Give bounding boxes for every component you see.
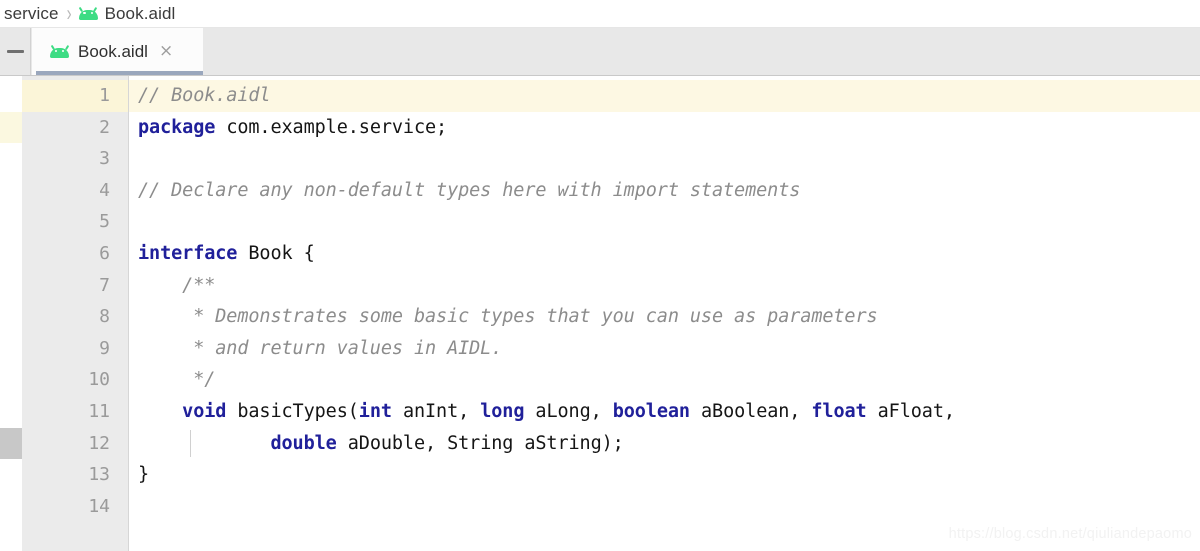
comment-token: * and return values in AIDL. <box>138 338 502 359</box>
code-token <box>138 401 182 422</box>
code-line: * and return values in AIDL. <box>138 333 502 365</box>
breadcrumb: service › Book.aidl <box>0 0 1200 28</box>
code-surface[interactable]: // Book.aidl package com.example.service;… <box>129 76 1200 551</box>
code-token: Book { <box>237 243 314 264</box>
close-icon[interactable]: × <box>159 43 173 60</box>
keyword-token: int <box>359 401 392 422</box>
line-number: 7 <box>30 270 110 302</box>
line-number-gutter[interactable]: 1234567891011121314 <box>22 76 129 551</box>
code-token: com.example.service; <box>215 117 447 138</box>
changed-lines-marker[interactable] <box>0 112 22 144</box>
line-number: 3 <box>30 143 110 175</box>
keyword-token: boolean <box>613 401 690 422</box>
code-line: double aDouble, String aString); <box>138 428 624 460</box>
line-number: 14 <box>30 491 110 523</box>
comment-token: // Declare any non-default types here wi… <box>138 180 800 201</box>
line-number: 8 <box>30 301 110 333</box>
collapse-tool-window-button[interactable] <box>0 28 31 75</box>
minimize-dash-icon <box>7 50 24 53</box>
code-line: */ <box>138 364 215 396</box>
keyword-token: package <box>138 117 215 138</box>
line-number: 2 <box>30 112 110 144</box>
line-number: 13 <box>30 459 110 491</box>
code-token: aBoolean, <box>690 401 811 422</box>
change-marker-strip[interactable] <box>0 76 22 551</box>
code-token: aFloat, <box>867 401 955 422</box>
keyword-token: interface <box>138 243 237 264</box>
breadcrumb-separator-icon: › <box>67 1 72 27</box>
editor-tab-strip: Book.aidl × <box>0 28 1200 76</box>
code-line: // Book.aidl <box>138 80 270 112</box>
code-line: package com.example.service; <box>138 112 447 144</box>
line-number: 5 <box>30 206 110 238</box>
code-token: anInt, <box>392 401 480 422</box>
editor-window: service › Book.aidl Book.aidl × <box>0 0 1200 551</box>
comment-token: // Book.aidl <box>138 85 270 106</box>
breadcrumb-file-label: Book.aidl <box>105 4 176 24</box>
code-token: basicTypes( <box>226 401 358 422</box>
code-line: /** <box>138 270 215 302</box>
code-token: aLong, <box>524 401 612 422</box>
keyword-token: long <box>480 401 524 422</box>
folded-region-marker[interactable] <box>0 428 22 460</box>
line-number: 12 <box>30 428 110 460</box>
code-editor[interactable]: 1234567891011121314 // Book.aidlpackage … <box>0 76 1200 551</box>
watermark-text: https://blog.csdn.net/qiuliandepaomo <box>949 526 1192 542</box>
code-line: } <box>138 459 149 491</box>
line-number: 1 <box>30 80 110 112</box>
line-number: 4 <box>30 175 110 207</box>
tab-book-aidl[interactable]: Book.aidl × <box>32 28 203 75</box>
line-number: 10 <box>30 364 110 396</box>
breadcrumb-item-service[interactable]: service <box>4 4 59 24</box>
code-line: // Declare any non-default types here wi… <box>138 175 800 207</box>
caret-line-highlight <box>129 80 1200 112</box>
android-robot-icon <box>79 8 98 20</box>
comment-token: */ <box>138 369 215 390</box>
line-number: 6 <box>30 238 110 270</box>
code-line: * Demonstrates some basic types that you… <box>138 301 878 333</box>
line-number: 9 <box>30 333 110 365</box>
code-token <box>138 433 270 454</box>
comment-token: /** <box>138 275 215 296</box>
android-robot-icon <box>50 46 69 58</box>
comment-token: * Demonstrates some basic types that you… <box>138 306 878 327</box>
code-token: } <box>138 464 149 485</box>
code-line: void basicTypes(int anInt, long aLong, b… <box>138 396 955 428</box>
code-token: aDouble, String aString); <box>337 433 624 454</box>
breadcrumb-item-file[interactable]: Book.aidl <box>79 4 176 24</box>
keyword-token: double <box>270 433 336 454</box>
keyword-token: float <box>811 401 866 422</box>
code-line: interface Book { <box>138 238 315 270</box>
line-number: 11 <box>30 396 110 428</box>
tab-label: Book.aidl <box>78 42 148 62</box>
keyword-token: void <box>182 401 226 422</box>
